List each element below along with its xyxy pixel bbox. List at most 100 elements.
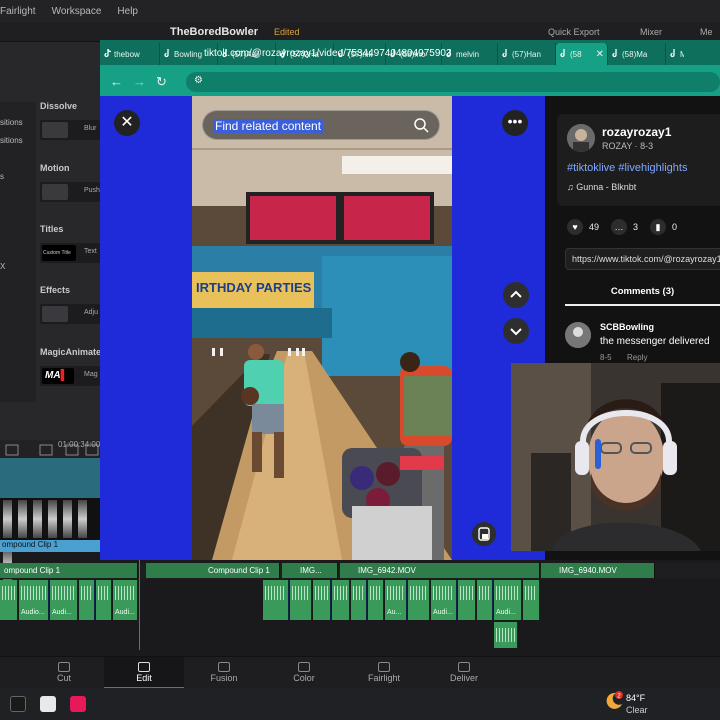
browser-tab[interactable]: (57)Han: [498, 43, 556, 65]
browser-tab[interactable]: Me: [666, 43, 684, 65]
browser-tab[interactable]: thebow: [100, 43, 160, 65]
page-deliver[interactable]: Deliver: [424, 657, 504, 689]
menu-fairlight[interactable]: Fairlight: [0, 6, 36, 17]
page-edit[interactable]: Edit: [104, 657, 184, 689]
close-tab-icon[interactable]: ✕: [596, 49, 604, 60]
previous-video-button[interactable]: [503, 282, 529, 308]
tiktok-icon: [164, 49, 169, 58]
save-button[interactable]: ▮ 0: [650, 219, 677, 235]
video-track-v2[interactable]: [0, 458, 100, 498]
audio-clip[interactable]: [0, 580, 18, 620]
audio-clip[interactable]: Audi...: [50, 580, 78, 620]
search-icon[interactable]: [413, 117, 429, 133]
author-nickname-date: ROZAY · 8-3: [602, 141, 654, 151]
clip-header-compound-2[interactable]: Compound Clip 1: [146, 563, 280, 578]
audio-clip[interactable]: Audio...: [19, 580, 49, 620]
video-player[interactable]: IRTHDAY PARTIES: [192, 96, 452, 560]
commenter-name[interactable]: SCBBowling: [600, 322, 654, 332]
audio-clip[interactable]: [458, 580, 476, 620]
video-hashtags[interactable]: #tiktoklive #livehighlights: [567, 162, 687, 174]
search-text[interactable]: Find related content: [213, 119, 324, 133]
audio-clip[interactable]: [351, 580, 367, 620]
browser-tab[interactable]: (58)Ma: [608, 43, 666, 65]
video-clip-filmstrip[interactable]: [0, 498, 100, 585]
weather-moon-icon[interactable]: 2: [604, 690, 624, 710]
fusion-icon: [218, 662, 230, 672]
author-username[interactable]: rozayrozay1: [602, 125, 671, 139]
commenter-avatar[interactable]: [565, 322, 591, 348]
custom-title-thumb: Custom Title: [42, 245, 76, 261]
menu-workspace[interactable]: Workspace: [52, 6, 102, 17]
address-bar[interactable]: ⚙: [186, 72, 720, 92]
audio-clip[interactable]: [313, 580, 331, 620]
compound-clip-label[interactable]: ompound Clip 1: [0, 540, 100, 552]
like-button[interactable]: ♥ 49: [567, 219, 599, 235]
playhead[interactable]: [139, 560, 140, 650]
tiktok-app-icon[interactable]: [70, 696, 86, 712]
clip-header-img-6940[interactable]: IMG_6940.MOV: [541, 563, 655, 578]
audio-clip[interactable]: [290, 580, 312, 620]
audio-clip[interactable]: [408, 580, 430, 620]
weather-condition: Clear: [626, 705, 648, 715]
audio-clip[interactable]: [263, 580, 289, 620]
audio-clip[interactable]: [79, 580, 95, 620]
page-cut[interactable]: Cut: [24, 657, 104, 689]
like-count: 49: [589, 222, 600, 232]
music-credit[interactable]: ♫ Gunna - Blknbt: [567, 182, 636, 192]
author-avatar[interactable]: [567, 124, 595, 152]
effect-custom-title[interactable]: Custom Title Text: [40, 243, 100, 263]
browser-tab-active[interactable]: (58 ✕: [556, 43, 608, 65]
comment-button[interactable]: … 3: [611, 219, 638, 235]
menu-help[interactable]: Help: [117, 6, 138, 17]
effect-magicanimate[interactable]: MA▌ Mag: [40, 366, 100, 386]
clip-header-img[interactable]: IMG...: [282, 563, 338, 578]
audio-clip[interactable]: [368, 580, 384, 620]
mixer-button[interactable]: Mixer: [640, 27, 662, 37]
metadata-button[interactable]: Me: [700, 27, 713, 37]
page-fairlight[interactable]: Fairlight: [344, 657, 424, 689]
page-fusion[interactable]: Fusion: [184, 657, 264, 689]
reply-button[interactable]: Reply: [627, 353, 647, 362]
effect-adjustment-clip[interactable]: Adju: [40, 304, 100, 324]
category-s[interactable]: s: [0, 172, 4, 181]
effect-push[interactable]: Push: [40, 182, 100, 202]
reload-icon[interactable]: ↻: [156, 74, 167, 90]
clip-header-compound[interactable]: ompound Clip 1: [0, 563, 138, 578]
audio-clip[interactable]: [96, 580, 112, 620]
next-video-button[interactable]: [503, 318, 529, 344]
related-content-search[interactable]: Find related content: [202, 110, 440, 140]
weather-temperature[interactable]: 84°F: [626, 693, 645, 703]
page-color[interactable]: Color: [264, 657, 344, 689]
clip-header-img-6942[interactable]: IMG_6942.MOV: [340, 563, 540, 578]
audio-clip[interactable]: [523, 580, 540, 620]
audio-clip[interactable]: [477, 580, 493, 620]
audio-clip[interactable]: Audi...: [431, 580, 457, 620]
audio-clip[interactable]: Au...: [385, 580, 407, 620]
audio-clip[interactable]: Audi...: [494, 580, 522, 620]
more-options-icon[interactable]: •••: [502, 110, 528, 136]
quick-export-button[interactable]: Quick Export: [548, 27, 600, 37]
back-arrow-icon[interactable]: ←: [110, 74, 123, 89]
url-text[interactable]: tiktok.com/@rozayrozay1/video/7534497404…: [204, 48, 452, 59]
app-icon[interactable]: [40, 696, 56, 712]
audio-clip-lower[interactable]: [494, 622, 518, 648]
comment-text: the messenger delivered: [600, 336, 710, 347]
category-x[interactable]: X: [0, 262, 5, 271]
copy-link-field[interactable]: https://www.tiktok.com/@rozayrozay1: [565, 248, 720, 270]
forward-arrow-icon[interactable]: →: [133, 74, 146, 89]
audio-clip[interactable]: [332, 580, 350, 620]
audio-clip[interactable]: Audi...: [113, 580, 138, 620]
tab-comments[interactable]: Comments (3): [565, 284, 720, 306]
category-transitions-2[interactable]: sitions: [0, 136, 23, 145]
chevron-up-icon: [510, 290, 522, 298]
davinci-resolve-icon[interactable]: [10, 696, 26, 712]
project-name[interactable]: TheBoredBowler: [170, 26, 258, 38]
effect-blur-dissolve[interactable]: Blur: [40, 120, 100, 140]
save-count: 0: [672, 222, 678, 232]
site-info-icon[interactable]: ⚙: [194, 75, 203, 86]
category-transitions[interactable]: sitions: [0, 118, 23, 127]
push-icon: [42, 184, 68, 200]
picture-in-picture-button[interactable]: [472, 522, 496, 546]
close-video-button[interactable]: ✕: [114, 110, 140, 136]
color-icon: [298, 662, 310, 672]
